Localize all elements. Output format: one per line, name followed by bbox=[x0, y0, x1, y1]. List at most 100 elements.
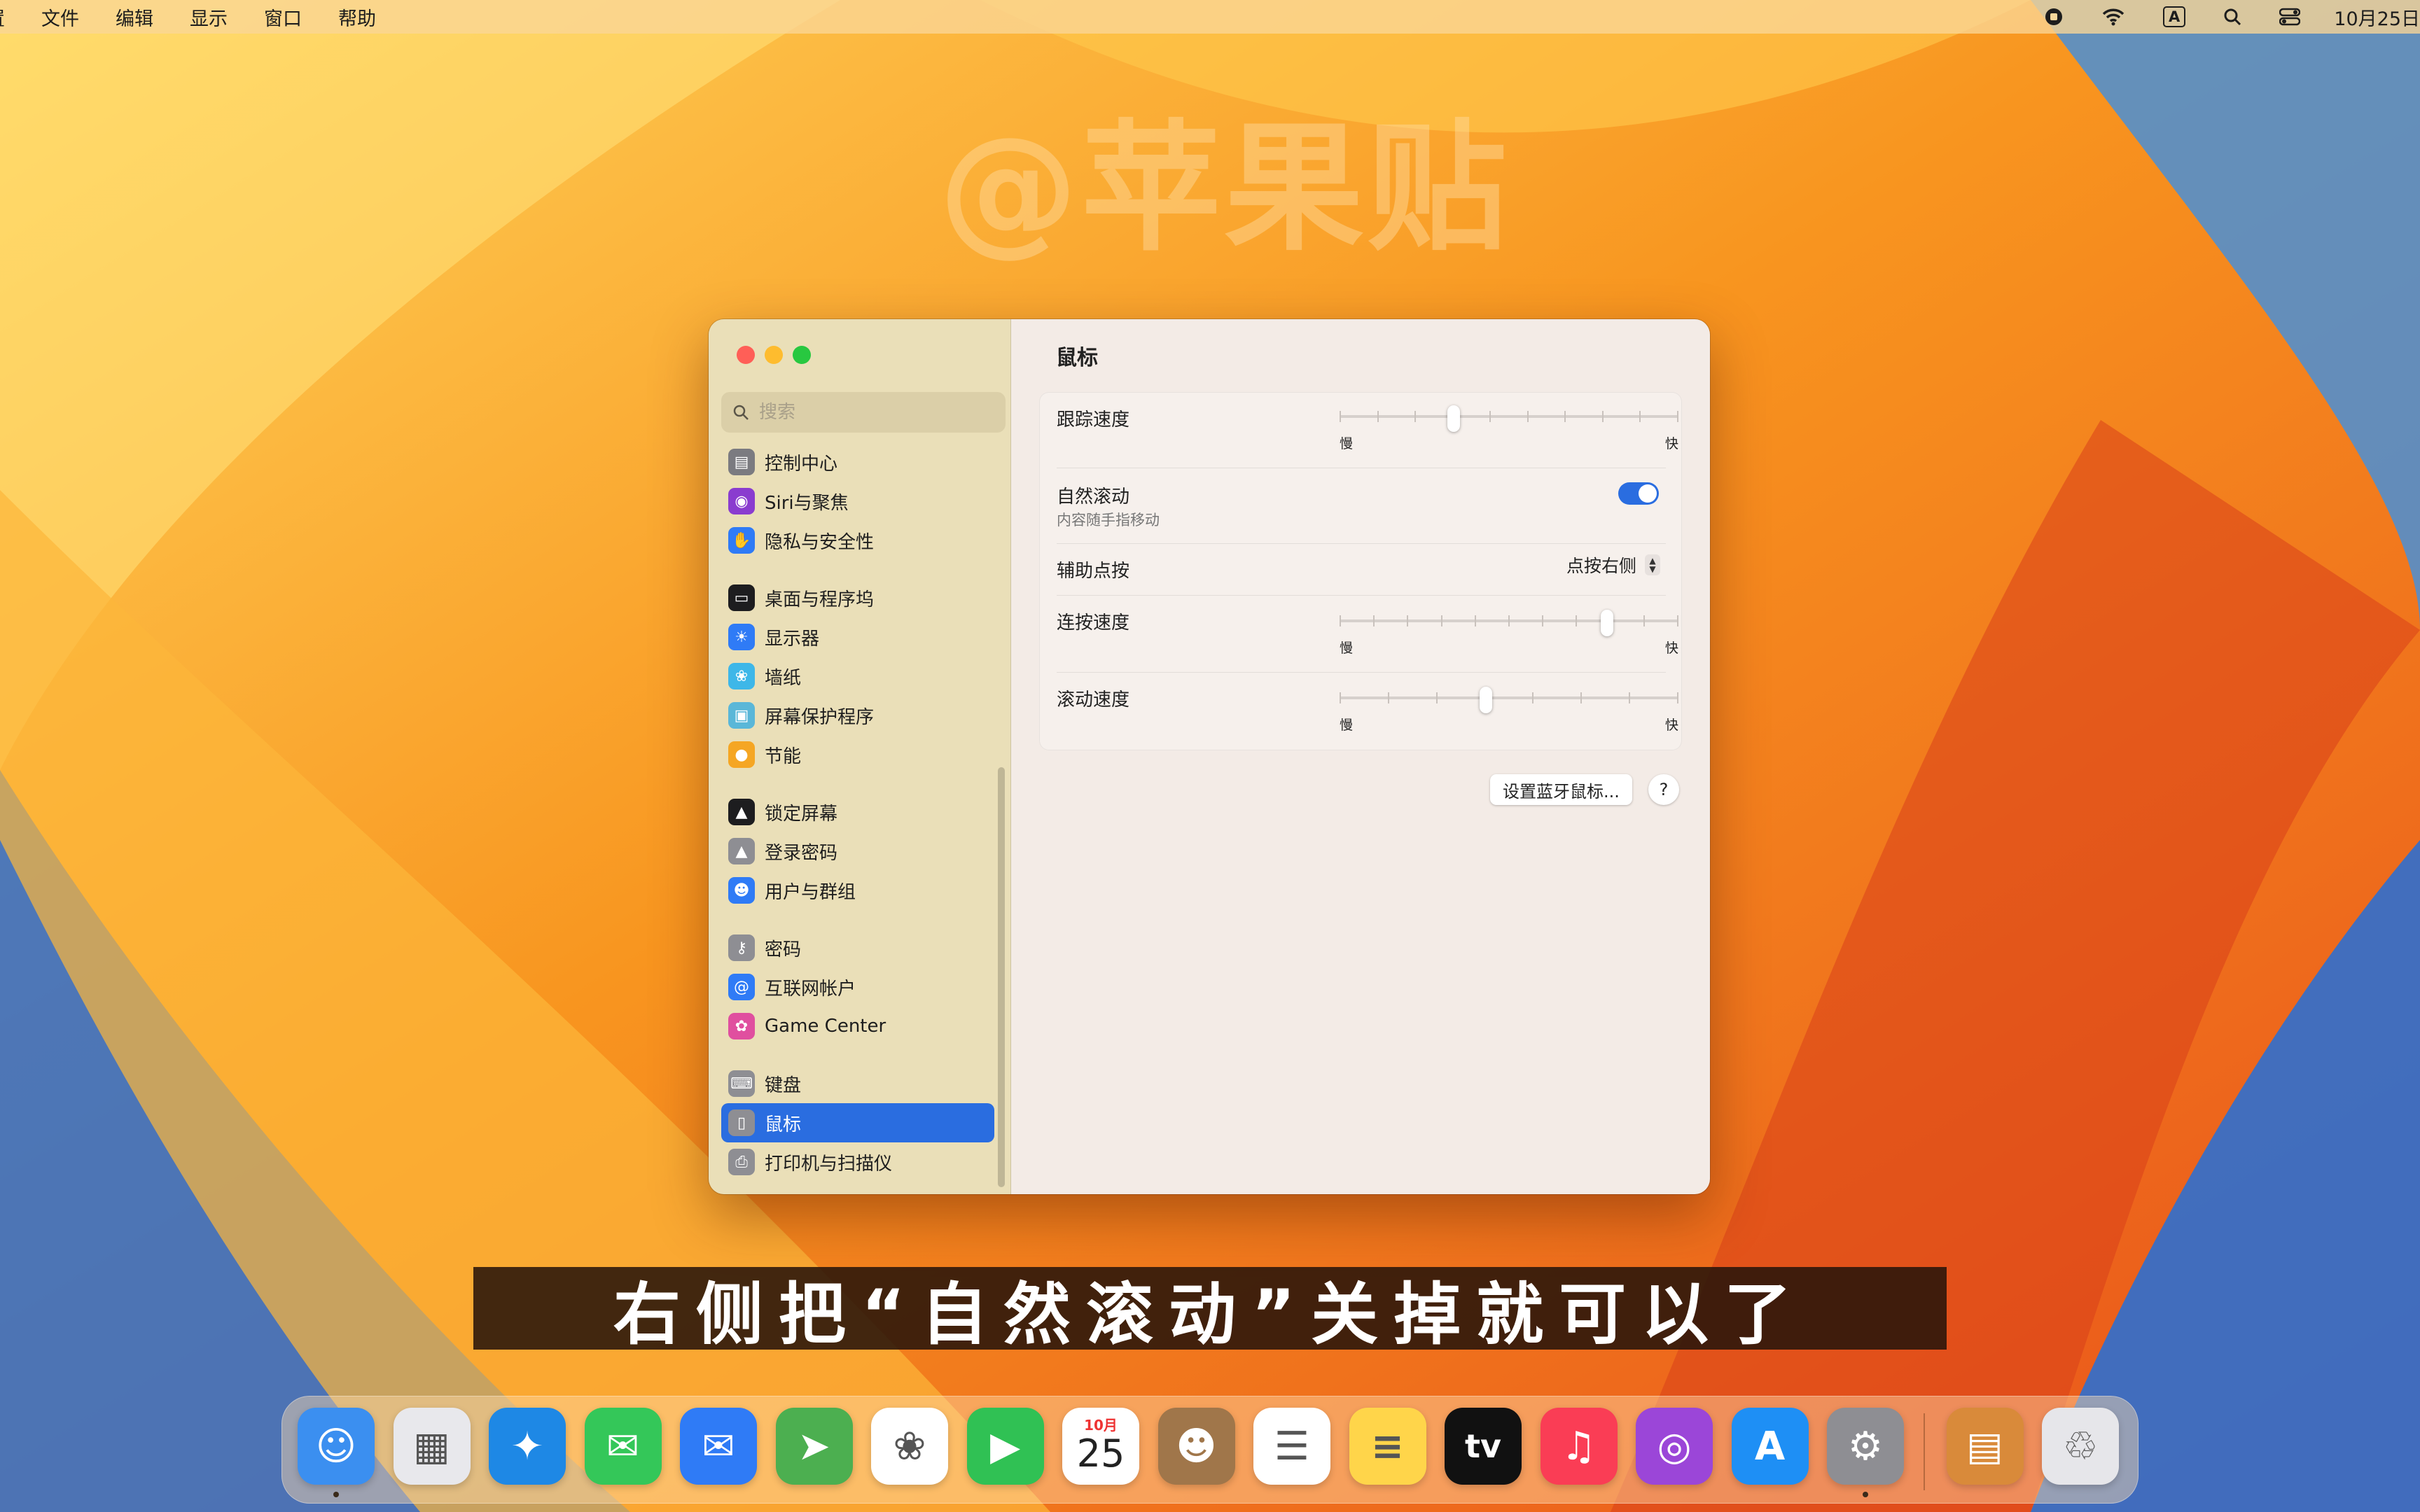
dock-calendar-icon[interactable]: 10月 25 bbox=[1062, 1408, 1139, 1485]
dock-notes-icon[interactable]: ≡ bbox=[1349, 1408, 1426, 1485]
sidebar-item-display[interactable]: ☀ 显示器 bbox=[721, 617, 994, 657]
double-click-speed-row: 连按速度 慢 快 bbox=[1057, 596, 1678, 673]
natural-scrolling-sublabel: 内容随手指移动 bbox=[1057, 512, 1160, 528]
slider-tick bbox=[1677, 692, 1678, 704]
dock-contacts-icon[interactable]: ☻ bbox=[1157, 1408, 1235, 1485]
slider-fast-label: 快 bbox=[1664, 718, 1678, 733]
content-pane: 鼠标 跟踪速度 慢 快 自然滚动 内容随手指移动 辅助点按 点按右侧 ▲ ▼ 连… bbox=[1011, 319, 1710, 1194]
sidebar-item-game-center[interactable]: ✿ Game Center bbox=[721, 1007, 994, 1046]
running-indicator bbox=[1863, 1492, 1868, 1497]
search-icon[interactable] bbox=[2223, 8, 2241, 26]
secondary-click-row: 辅助点按 点按右侧 ▲ ▼ bbox=[1057, 544, 1666, 596]
dock-system-settings-icon[interactable]: ⚙ bbox=[1827, 1408, 1904, 1485]
close-button[interactable] bbox=[737, 346, 755, 364]
sidebar-item-lock[interactable]: ▲ 登录密码 bbox=[721, 832, 994, 871]
energy-icon: ● bbox=[728, 741, 755, 768]
search-input[interactable] bbox=[759, 402, 983, 423]
game-center-icon: ✿ bbox=[728, 1013, 755, 1040]
sidebar-item-energy[interactable]: ● 节能 bbox=[721, 735, 994, 774]
natural-scrolling-toggle[interactable] bbox=[1618, 482, 1659, 505]
slider-ticks bbox=[1340, 615, 1678, 626]
dock-app-store-icon[interactable]: A bbox=[1731, 1408, 1809, 1485]
menu-help[interactable]: 帮助 bbox=[338, 4, 376, 31]
slider-thumb[interactable] bbox=[1480, 687, 1493, 713]
slider-tick bbox=[1677, 411, 1678, 422]
menu-file[interactable]: 文件 bbox=[41, 4, 79, 31]
double-click-speed-slider[interactable]: 慢 快 bbox=[1340, 610, 1678, 656]
sidebar-item-label: Siri与聚焦 bbox=[765, 492, 849, 514]
wifi-icon[interactable] bbox=[2101, 8, 2125, 26]
slider-slow-label: 慢 bbox=[1340, 436, 1354, 451]
slider-tick bbox=[1542, 615, 1544, 626]
sidebar-item-lock-screen[interactable]: ▲ 锁定屏幕 bbox=[721, 792, 994, 832]
sidebar-item-screensaver[interactable]: ▣ 屏幕保护程序 bbox=[721, 696, 994, 735]
sidebar-item-key[interactable]: ⚷ 密码 bbox=[721, 928, 994, 967]
dock-reminders-icon[interactable]: ☰ bbox=[1253, 1408, 1330, 1485]
slider-thumb[interactable] bbox=[1447, 405, 1460, 432]
menu-clock[interactable]: 10月25日 bbox=[2334, 4, 2420, 31]
sidebar-item-label: Game Center bbox=[765, 1016, 886, 1037]
sidebar-item-hand[interactable]: ✋ 隐私与安全性 bbox=[721, 521, 994, 560]
input-method-icon[interactable]: A bbox=[2163, 6, 2186, 27]
sidebar-item-label: 节能 bbox=[765, 746, 802, 767]
dock-music-icon[interactable]: ♫ bbox=[1540, 1408, 1618, 1485]
dock-photos-icon[interactable]: ❀ bbox=[871, 1408, 948, 1485]
slider-ticks bbox=[1340, 411, 1678, 422]
dock-mail-icon[interactable]: ✉ bbox=[680, 1408, 757, 1485]
dock-podcasts-icon[interactable]: ◎ bbox=[1636, 1408, 1713, 1485]
sidebar-scrollbar[interactable] bbox=[998, 767, 1005, 1187]
sidebar-item-label: 密码 bbox=[765, 939, 802, 960]
sidebar-item-siri[interactable]: ◉ Siri与聚焦 bbox=[721, 482, 994, 521]
dock-icon: ▭ bbox=[728, 584, 755, 611]
tracking-speed-slider[interactable]: 慢 快 bbox=[1340, 405, 1678, 451]
keyboard-icon: ⌨ bbox=[728, 1070, 755, 1097]
sidebar-item-printer[interactable]: ⎙ 打印机与扫描仪 bbox=[721, 1142, 994, 1182]
menu-edit[interactable]: 编辑 bbox=[116, 4, 153, 31]
dock-safari-icon[interactable]: ✦ bbox=[489, 1408, 566, 1485]
running-indicator bbox=[333, 1492, 339, 1497]
secondary-click-popup[interactable]: 点按右侧 ▲ ▼ bbox=[1566, 552, 1660, 578]
sidebar-item-wallpaper[interactable]: ❀ 墙纸 bbox=[721, 657, 994, 696]
sidebar-item-users[interactable]: ☻ 用户与群组 bbox=[721, 871, 994, 910]
menu-view[interactable]: 显示 bbox=[190, 4, 228, 31]
users-icon: ☻ bbox=[728, 877, 755, 904]
secondary-click-value: 点按右侧 bbox=[1566, 556, 1636, 576]
dock-maps-icon[interactable]: ➤ bbox=[775, 1408, 853, 1485]
search-field[interactable] bbox=[721, 392, 1006, 433]
double-click-speed-label: 连按速度 bbox=[1057, 612, 1130, 634]
setup-bluetooth-mouse-button[interactable]: 设置蓝牙鼠标... bbox=[1490, 774, 1632, 805]
system-settings-window: ▤ 控制中心 ◉ Siri与聚焦 ✋ 隐私与安全性 ▭ 桌面与程序坞 ☀ 显示器 ❀ 墙纸 ▣ 屏幕保护程… bbox=[709, 319, 1710, 1194]
sidebar-item-label: 用户与群组 bbox=[765, 881, 856, 903]
sidebar-item-control-center[interactable]: ▤ 控制中心 bbox=[721, 442, 994, 482]
dock-downloads-stack-icon[interactable]: ▤ bbox=[1946, 1408, 2024, 1485]
slider-tick bbox=[1377, 411, 1379, 422]
dock-apple-tv-icon[interactable]: tv bbox=[1445, 1408, 1522, 1485]
slider-slow-label: 慢 bbox=[1340, 718, 1354, 733]
slider-tick bbox=[1474, 615, 1476, 626]
control-center-icon: ▤ bbox=[728, 449, 755, 475]
dock-trash-icon[interactable]: ♲ bbox=[2042, 1408, 2119, 1485]
menu-app-name[interactable]: 置 bbox=[0, 4, 5, 31]
dock-launchpad-icon[interactable]: ▦ bbox=[393, 1408, 471, 1485]
sidebar-item-dock[interactable]: ▭ 桌面与程序坞 bbox=[721, 578, 994, 617]
sidebar-item-at[interactable]: @ 互联网帐户 bbox=[721, 967, 994, 1007]
natural-scrolling-label: 自然滚动 bbox=[1057, 486, 1130, 507]
sidebar-item-mouse[interactable]: ▯ 鼠标 bbox=[721, 1103, 994, 1142]
slider-tick bbox=[1643, 615, 1645, 626]
dock-messages-icon[interactable]: ✉ bbox=[584, 1408, 662, 1485]
dock-facetime-icon[interactable]: ▶ bbox=[966, 1408, 1044, 1485]
zoom-button[interactable] bbox=[793, 346, 811, 364]
slider-thumb[interactable] bbox=[1600, 610, 1613, 636]
sidebar-item-keyboard[interactable]: ⌨ 键盘 bbox=[721, 1064, 994, 1103]
lock-icon: ▲ bbox=[728, 838, 755, 864]
menu-window[interactable]: 窗口 bbox=[264, 4, 302, 31]
screen-record-icon[interactable] bbox=[2044, 7, 2064, 27]
help-button[interactable]: ? bbox=[1648, 774, 1679, 805]
slider-tick bbox=[1407, 615, 1409, 626]
calendar-month: 10月 bbox=[1084, 1417, 1118, 1434]
scroll-speed-slider[interactable]: 慢 快 bbox=[1340, 687, 1678, 733]
control-center-icon[interactable] bbox=[2279, 8, 2301, 26]
dock-finder-icon[interactable]: ☺ bbox=[298, 1408, 375, 1485]
sidebar-item-label: 互联网帐户 bbox=[765, 978, 856, 1000]
minimize-button[interactable] bbox=[765, 346, 783, 364]
